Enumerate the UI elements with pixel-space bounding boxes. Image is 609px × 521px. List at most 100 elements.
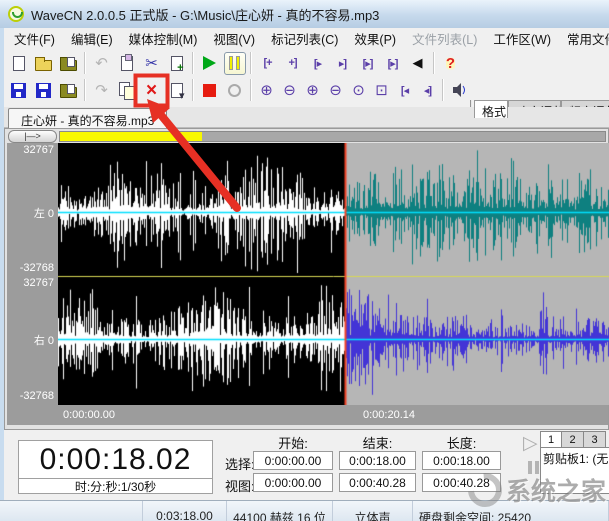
clipboard-status: 剪贴板1: (无 (540, 447, 609, 494)
view-start-field[interactable]: 0:00:00.00 (253, 473, 333, 492)
stop-button[interactable] (199, 79, 221, 102)
bracket-left-icon: [◂ (401, 84, 408, 97)
selection-start-field[interactable]: 0:00:00.00 (253, 451, 333, 470)
help-button[interactable]: ? (440, 52, 462, 75)
row-label-selection: 选择: (225, 454, 255, 473)
selection-end-field[interactable]: 0:00:18.00 (339, 451, 416, 470)
save-all-button[interactable] (33, 79, 55, 102)
play-button[interactable] (199, 52, 221, 75)
select-to-end-button[interactable]: +] (282, 52, 304, 75)
import-folder-icon (60, 60, 77, 71)
select-right-edge-button[interactable]: ▸] (332, 52, 354, 75)
paste-icon (171, 83, 183, 98)
select-view-button[interactable]: [▸] (357, 52, 379, 75)
status-sample-format: 44100 赫兹 16 位 (227, 501, 333, 521)
toolbar: ↶ ✂ [+ +] [▸ ▸] [▸] [▸] ◀ ? ↷ × ⊕ ⊖ ⊕ ⊖ … (4, 48, 609, 107)
new-file-icon (13, 56, 25, 71)
zoom-tool-icon: ⊙ (352, 81, 365, 99)
select-view-icon: [▸] (363, 57, 373, 70)
record-button[interactable] (224, 79, 246, 102)
pause-bar-icon (535, 461, 539, 474)
zoom-in-h-button[interactable]: ⊕ (257, 79, 276, 102)
document-tab-bar: 庄心妍 - 真的不容易.mp3 (4, 107, 609, 128)
bracket-right-button[interactable]: ◂] (418, 79, 437, 102)
select-all-button[interactable]: [▸] (382, 52, 404, 75)
time-format-label: 时:分:秒:1/30秒 (19, 478, 212, 493)
window-title: WaveCN 2.0.0.5 正式版 - G:\Music\庄心妍 - 真的不容… (31, 5, 379, 24)
delete-button[interactable]: × (141, 79, 163, 102)
paste-button[interactable] (166, 79, 188, 102)
clipboard-tab-3[interactable]: 3 (584, 431, 606, 448)
clipboard-page-icon (121, 56, 133, 71)
status-total-length: 0:03:18.00 (143, 501, 227, 521)
speaker-icon (451, 82, 469, 98)
import-file-button[interactable] (58, 52, 80, 75)
select-all-icon: [▸] (388, 57, 398, 70)
current-time: 0:00:18.02 (19, 441, 212, 478)
waveform-canvas[interactable] (58, 143, 609, 405)
open-file-button[interactable] (33, 52, 55, 75)
save-all-icon (36, 83, 51, 98)
ruler-ch1-max: 32767 (23, 144, 54, 156)
speaker-button[interactable] (449, 79, 471, 102)
new-file-button[interactable] (8, 52, 30, 75)
toolbar-separator (442, 79, 444, 101)
status-empty (0, 501, 143, 521)
cursor-mode-button[interactable]: ◀ (407, 52, 429, 75)
help-icon: ? (446, 55, 455, 72)
menu-view[interactable]: 视图(V) (205, 27, 263, 50)
cut-to-new-button[interactable] (116, 52, 138, 75)
save-file-button[interactable] (8, 79, 30, 102)
toolbar-separator (250, 52, 252, 74)
cut-button[interactable]: ✂ (141, 52, 163, 75)
clipboard-tab-2[interactable]: 2 (562, 431, 584, 448)
append-paste-button[interactable] (166, 52, 188, 75)
zoom-out-v-icon: ⊖ (329, 81, 342, 99)
view-length-field[interactable]: 0:00:40.28 (422, 473, 501, 492)
toolbar-separator (433, 52, 435, 74)
preview-pause-button[interactable] (528, 461, 539, 474)
zoom-tool-button[interactable]: ⊙ (349, 79, 368, 102)
pause-button[interactable] (224, 52, 246, 75)
jump-button[interactable]: |—> (8, 130, 57, 143)
close-file-button[interactable] (58, 79, 80, 102)
tab-format[interactable]: 格式 (474, 100, 508, 118)
pause-icon (229, 56, 240, 70)
undo-button[interactable]: ↶ (91, 52, 113, 75)
zoom-in-v-icon: ⊕ (306, 81, 319, 99)
zoom-selection-button[interactable]: ⊡ (372, 79, 391, 102)
preview-play-button[interactable]: ▷ (523, 432, 538, 455)
selection-length-field[interactable]: 0:00:18.00 (422, 451, 501, 470)
menu-effects[interactable]: 效果(P) (346, 27, 404, 50)
app-logo-icon (8, 6, 24, 22)
zoom-out-h-button[interactable]: ⊖ (280, 79, 299, 102)
clipboard-tab-1[interactable]: 1 (540, 431, 562, 448)
time-display: 0:00:18.02 时:分:秒:1/30秒 (18, 440, 213, 494)
redo-button[interactable]: ↷ (91, 79, 113, 102)
ruler-ch1-min: -32768 (20, 262, 54, 274)
toolbar-separator (84, 52, 86, 74)
select-to-start-button[interactable]: [+ (257, 52, 279, 75)
time-ruler[interactable]: 0:00:00.00 0:00:20.14 (7, 405, 608, 425)
document-tab[interactable]: 庄心妍 - 真的不容易.mp3 (8, 108, 167, 128)
menu-media-control[interactable]: 媒体控制(M) (121, 27, 206, 50)
position-bar[interactable] (59, 131, 606, 142)
select-left-edge-button[interactable]: [▸ (307, 52, 329, 75)
position-progress (60, 132, 202, 141)
view-end-field[interactable]: 0:00:40.28 (339, 473, 416, 492)
time-ruler-start: 0:00:00.00 (63, 409, 115, 421)
copy-button[interactable] (116, 79, 138, 102)
close-folder-icon (60, 87, 77, 98)
bracket-left-button[interactable]: [◂ (395, 79, 414, 102)
menu-workspace[interactable]: 工作区(W) (485, 27, 559, 50)
menu-file[interactable]: 文件(F) (6, 27, 63, 50)
bracket-right-icon: ◂] (424, 84, 431, 97)
toolbar-separator (250, 79, 252, 101)
select-left-edge-icon: [▸ (314, 57, 321, 70)
zoom-out-v-button[interactable]: ⊖ (326, 79, 345, 102)
zoom-in-v-button[interactable]: ⊕ (303, 79, 322, 102)
menu-edit[interactable]: 编辑(E) (63, 27, 121, 50)
amplitude-ruler: 32767 左 0 -32768 32767 右 0 -32768 (7, 143, 58, 405)
menu-common-files[interactable]: 常用文件(A) (559, 27, 609, 50)
menu-marker-list[interactable]: 标记列表(C) (263, 27, 346, 50)
